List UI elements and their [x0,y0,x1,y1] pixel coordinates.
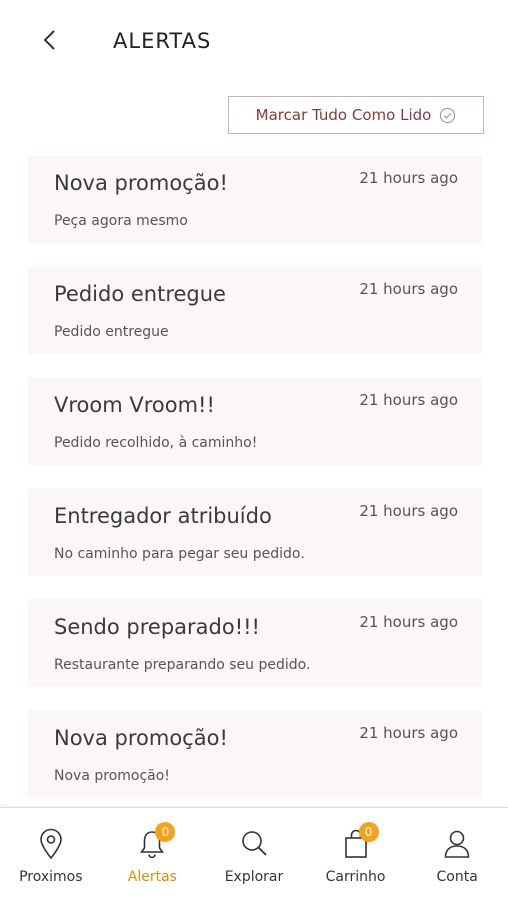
location-pin-icon [39,828,62,860]
nav-label-explorar: Explorar [224,869,284,885]
alert-time: 21 hours ago [359,613,458,631]
nav-item-explorar[interactable]: Explorar [203,808,305,900]
alert-title: Pedido entregue [54,282,226,306]
nav-label-carrinho: Carrinho [325,869,386,885]
alert-time: 21 hours ago [359,280,458,298]
alert-subtitle: No caminho para pegar seu pedido. [54,546,305,562]
alert-subtitle: Restaurante preparando seu pedido. [54,657,311,673]
nav-item-alertas[interactable]: 0 Alertas [102,808,204,900]
nav-label-conta: Conta [436,869,478,885]
nav-item-carrinho[interactable]: 0 Carrinho [305,808,407,900]
nav-label-proximos: Proximos [19,869,83,885]
mark-all-read-label: Marcar Tudo Como Lido [255,106,432,124]
app-header: ALERTAS [0,0,508,84]
page-title: ALERTAS [113,29,212,53]
cart-badge: 0 [358,822,379,842]
alert-subtitle: Peça agora mesmo [54,213,188,229]
alert-card[interactable]: Vroom Vroom!! 21 hours ago Pedido recolh… [28,377,482,465]
chevron-left-icon [43,30,55,50]
bottom-nav: Proximos 0 Alertas Explorar 0 Carrinho C… [0,807,508,900]
alert-time: 21 hours ago [359,724,458,742]
alert-time: 21 hours ago [359,502,458,520]
mark-all-read-button[interactable]: Marcar Tudo Como Lido [228,96,484,134]
alert-time: 21 hours ago [359,391,458,409]
alert-title: Vroom Vroom!! [54,393,215,417]
alerts-list: Nova promoção! 21 hours ago Peça agora m… [28,155,482,821]
nav-label-alertas: Alertas [127,869,177,885]
check-circle-icon [440,107,456,123]
alert-card[interactable]: Entregador atribuído 21 hours ago No cam… [28,488,482,576]
alert-time: 21 hours ago [359,169,458,187]
alert-card[interactable]: Sendo preparado!!! 21 hours ago Restaura… [28,599,482,687]
nav-item-conta[interactable]: Conta [406,808,508,900]
back-button[interactable] [34,24,66,56]
search-icon [242,831,267,856]
alert-title: Nova promoção! [54,726,228,750]
alert-title: Entregador atribuído [54,504,272,528]
user-icon [444,830,470,858]
alert-card[interactable]: Nova promoção! 21 hours ago Peça agora m… [28,155,482,243]
nav-item-proximos[interactable]: Proximos [0,808,102,900]
alert-subtitle: Nova promoção! [54,768,170,784]
alert-card[interactable]: Nova promoção! 21 hours ago Nova promoçã… [28,710,482,798]
alert-title: Nova promoção! [54,171,228,195]
alert-subtitle: Pedido entregue [54,324,169,340]
alerts-badge: 0 [155,822,176,842]
alert-subtitle: Pedido recolhido, à caminho! [54,435,258,451]
alert-title: Sendo preparado!!! [54,615,260,639]
alert-card[interactable]: Pedido entregue 21 hours ago Pedido entr… [28,266,482,354]
